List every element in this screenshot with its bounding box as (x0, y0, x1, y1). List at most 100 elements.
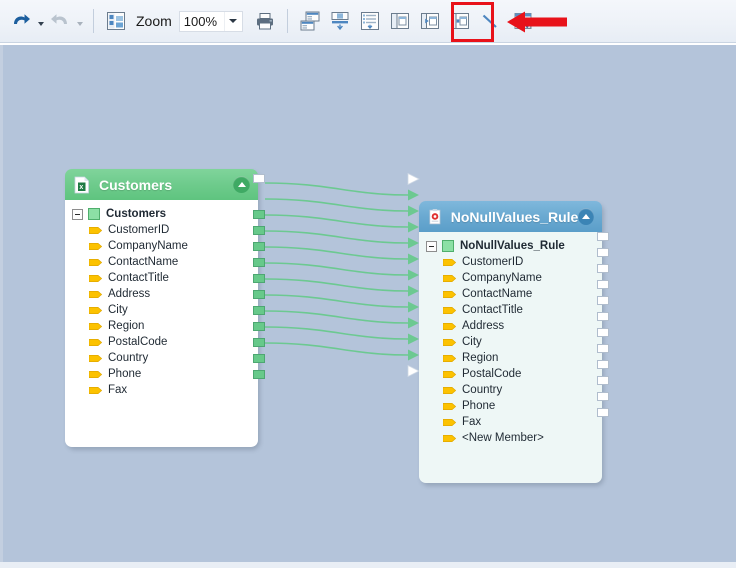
field-icon (89, 242, 102, 251)
zoom-value[interactable]: 100% (180, 12, 224, 31)
output-port[interactable] (597, 376, 609, 385)
field-row[interactable]: Fax (419, 414, 602, 430)
mapping-canvas[interactable]: x Customers Customers CustomerID Compan (0, 43, 736, 568)
field-row[interactable]: Fax (65, 382, 258, 398)
redo-icon (50, 12, 70, 30)
output-port[interactable] (253, 370, 265, 379)
output-port[interactable] (253, 274, 265, 283)
field-row[interactable]: PostalCode (65, 334, 258, 350)
field-label: PostalCode (462, 368, 521, 381)
field-row[interactable]: Phone (419, 398, 602, 414)
field-icon (443, 434, 456, 443)
chevron-down-icon (38, 22, 44, 26)
field-label: City (462, 336, 482, 349)
collapse-chevron-up-icon[interactable] (578, 208, 594, 225)
field-row[interactable]: Region (419, 350, 602, 366)
field-icon (89, 370, 102, 379)
undo-button[interactable] (8, 8, 34, 34)
output-port[interactable] (253, 354, 265, 363)
field-row[interactable]: CompanyName (65, 238, 258, 254)
tree-root-row[interactable]: Customers (65, 206, 258, 222)
svg-text:x: x (79, 184, 83, 191)
field-row[interactable]: CustomerID (65, 222, 258, 238)
show-left-panel-button[interactable] (385, 8, 415, 34)
output-port[interactable] (253, 210, 265, 219)
mapping-editor-window: Zoom 100% (0, 0, 736, 574)
align-top-button[interactable] (325, 8, 355, 34)
output-port[interactable] (597, 408, 609, 417)
node-customers-title: Customers (99, 177, 233, 193)
field-row[interactable]: Country (65, 350, 258, 366)
expand-both-button[interactable] (445, 8, 475, 34)
field-row[interactable]: ContactTitle (65, 270, 258, 286)
undo-dropdown-arrow[interactable] (34, 8, 47, 34)
tree-root-row[interactable]: NoNullValues_Rule (419, 238, 602, 254)
field-icon (89, 290, 102, 299)
node-rule-body: NoNullValues_Rule CustomerID CompanyName… (419, 232, 602, 483)
node-rule[interactable]: NoNullValues_Rule NoNullValues_Rule Cust… (419, 201, 602, 483)
node-customers[interactable]: x Customers Customers CustomerID Compan (65, 169, 258, 447)
field-row[interactable]: City (419, 334, 602, 350)
output-port[interactable] (253, 338, 265, 347)
new-member-row[interactable]: <New Member> (419, 430, 602, 446)
align-stack-icon (299, 10, 321, 32)
field-row[interactable]: Address (419, 318, 602, 334)
collapse-minus-icon[interactable] (72, 209, 83, 220)
collapse-minus-icon[interactable] (426, 241, 437, 252)
field-row[interactable]: Address (65, 286, 258, 302)
print-button[interactable] (250, 8, 280, 34)
field-row[interactable]: Phone (65, 366, 258, 382)
output-port[interactable] (253, 290, 265, 299)
node-customers-header[interactable]: x Customers (65, 169, 258, 200)
redo-dropdown-arrow[interactable] (73, 8, 86, 34)
field-label: CustomerID (462, 256, 523, 269)
zoom-dropdown-arrow[interactable] (224, 12, 242, 31)
field-row[interactable]: CompanyName (419, 270, 602, 286)
align-stack-button[interactable] (295, 8, 325, 34)
output-port[interactable] (597, 280, 609, 289)
field-icon (89, 306, 102, 315)
output-port[interactable] (253, 322, 265, 331)
auto-layout-button[interactable] (355, 8, 385, 34)
collapse-left-icon (419, 10, 441, 32)
field-row[interactable]: ContactTitle (419, 302, 602, 318)
field-icon (443, 258, 456, 267)
field-icon (443, 370, 456, 379)
field-row[interactable]: Region (65, 318, 258, 334)
field-row[interactable]: CustomerID (419, 254, 602, 270)
connector-line-button[interactable] (475, 8, 505, 34)
output-port-root[interactable] (253, 174, 265, 183)
output-port[interactable] (597, 264, 609, 273)
node-rule-header[interactable]: NoNullValues_Rule (419, 201, 602, 232)
output-port[interactable] (253, 258, 265, 267)
output-port[interactable] (253, 226, 265, 235)
output-port[interactable] (597, 248, 609, 257)
output-port[interactable] (597, 312, 609, 321)
field-row[interactable]: ContactName (419, 286, 602, 302)
field-row[interactable]: City (65, 302, 258, 318)
collapse-left-button[interactable] (415, 8, 445, 34)
output-port[interactable] (597, 360, 609, 369)
table-icon (88, 208, 100, 220)
zoom-combo[interactable]: 100% (179, 11, 243, 32)
field-row[interactable]: ContactName (65, 254, 258, 270)
output-port-root[interactable] (597, 232, 609, 241)
chevron-down-icon (229, 19, 237, 23)
output-port[interactable] (253, 306, 265, 315)
output-port[interactable] (597, 344, 609, 353)
expand-both-icon (449, 10, 471, 32)
output-port[interactable] (253, 242, 265, 251)
output-port[interactable] (597, 328, 609, 337)
field-row[interactable]: PostalCode (419, 366, 602, 382)
redo-button[interactable] (47, 8, 73, 34)
field-label: Country (462, 384, 502, 397)
field-icon (89, 274, 102, 283)
collapse-chevron-up-icon[interactable] (233, 176, 250, 193)
output-port[interactable] (597, 392, 609, 401)
node-rule-title: NoNullValues_Rule (451, 209, 579, 225)
field-row[interactable]: Country (419, 382, 602, 398)
field-icon (443, 338, 456, 347)
validate-data-button[interactable]: 0101 10 (508, 8, 538, 34)
layout-button[interactable] (101, 8, 131, 34)
output-port[interactable] (597, 296, 609, 305)
